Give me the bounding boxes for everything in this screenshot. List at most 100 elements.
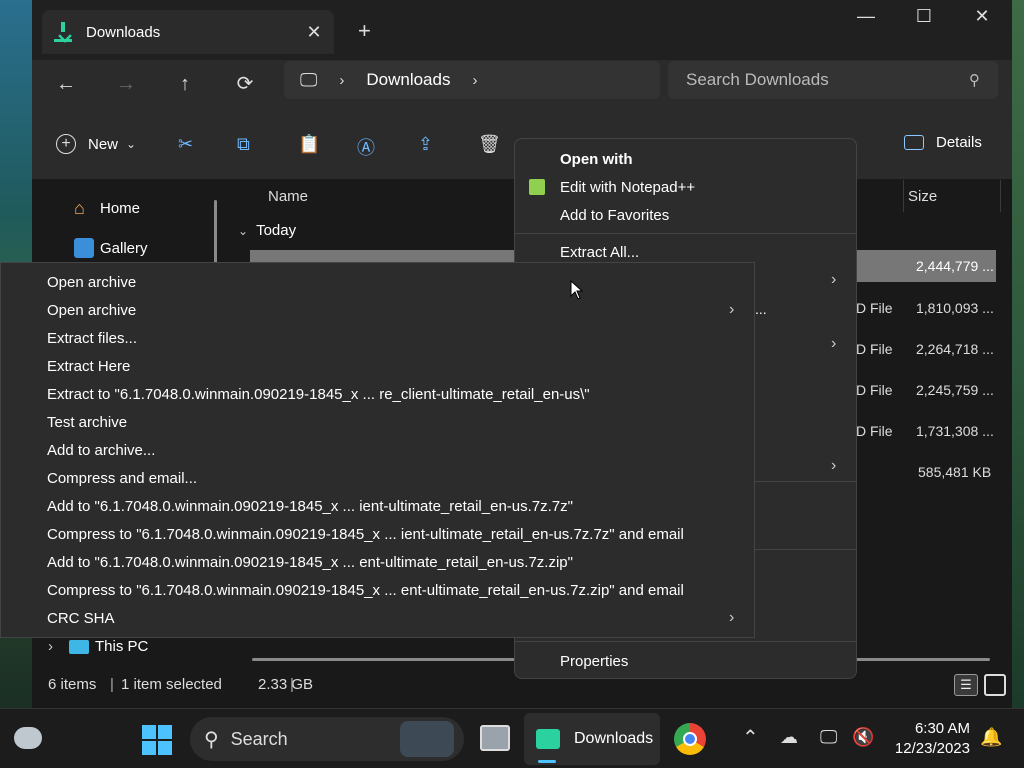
onedrive-icon[interactable]: ☁ [780, 727, 798, 748]
minimize-button[interactable]: — [843, 6, 889, 27]
weather-icon[interactable] [14, 727, 42, 749]
menu-item-add-to-archive[interactable]: Add to archive... [47, 442, 155, 459]
chevron-right-icon[interactable]: › [831, 457, 836, 475]
menu-item-extract-files[interactable]: Extract files... [47, 330, 137, 347]
forward-arrow-icon[interactable]: → [108, 68, 144, 100]
menu-item-add-to-7z[interactable]: Add to "6.1.7048.0.winmain.090219-1845_x… [47, 498, 573, 515]
taskbar-search[interactable]: ⚲ Search [190, 717, 464, 761]
details-button[interactable]: Details [904, 134, 982, 151]
monitor-icon [69, 639, 89, 654]
copy-icon[interactable]: ⧉ [237, 134, 250, 155]
system-clock[interactable]: 6:30 AM 12/23/2023 [864, 719, 970, 759]
paste-icon[interactable]: 📋 [298, 134, 320, 155]
tab-downloads[interactable]: Downloads ✕ [42, 10, 334, 54]
details-view-icon[interactable]: ☰ [954, 674, 978, 696]
network-icon[interactable]: 🖵 [820, 727, 837, 748]
7zip-submenu: Open archive Open archive › Extract file… [0, 262, 755, 638]
menu-item-compress-zip-email[interactable]: Compress to "6.1.7048.0.winmain.090219-1… [47, 582, 684, 599]
sidebar-item-this-pc[interactable]: › This PC [48, 638, 148, 655]
sidebar-item-label: This PC [95, 638, 149, 655]
menu-item-open-archive-sub[interactable]: Open archive [47, 302, 136, 319]
taskbar: ⚲ Search Downloads ⌃ ☁ 🖵 🔇 6:30 AM 12/23… [0, 708, 1024, 768]
menu-separator [515, 233, 856, 234]
maximize-button[interactable]: ☐ [901, 6, 947, 27]
menu-item-open-archive[interactable]: Open archive [47, 274, 136, 291]
plus-circle-icon: + [56, 134, 76, 154]
chevron-down-icon: ⌄ [238, 223, 249, 238]
group-label: Today [256, 222, 297, 239]
up-arrow-icon[interactable]: ↑ [167, 68, 203, 100]
chrome-icon[interactable] [674, 723, 706, 755]
notification-bell-icon[interactable]: 🔔 [980, 727, 1002, 748]
menu-item-extract-to[interactable]: Extract to "6.1.7048.0.winmain.090219-18… [47, 386, 590, 403]
status-divider: | [290, 676, 294, 693]
search-highlight-icon [400, 721, 454, 757]
back-arrow-icon[interactable]: ← [48, 68, 84, 100]
chevron-right-icon[interactable]: › [729, 609, 734, 627]
search-box[interactable]: Search Downloads ⚲ [668, 61, 998, 99]
clock-date: 12/23/2023 [894, 740, 970, 757]
tab-close-icon[interactable]: ✕ [300, 22, 328, 43]
menu-item-add-to-zip[interactable]: Add to "6.1.7048.0.winmain.090219-1845_x… [47, 554, 573, 571]
size-cell: 2,264,718 ... [916, 341, 994, 357]
size-cell: 585,481 KB [918, 464, 992, 480]
title-bar: Downloads ✕ + — ☐ ✕ [32, 0, 1012, 60]
search-icon: ⚲ [969, 72, 980, 89]
sidebar-item-label: Gallery [100, 239, 148, 257]
gallery-icon [74, 238, 94, 258]
chevron-right-icon[interactable]: › [831, 335, 836, 353]
task-view-icon[interactable] [480, 725, 510, 751]
group-header-today[interactable]: ⌄ Today [238, 222, 296, 239]
refresh-icon[interactable]: ⟳ [227, 68, 263, 100]
type-cell: D File [856, 300, 893, 316]
column-divider[interactable] [1000, 180, 1001, 212]
selection-count: 1 item selected [121, 676, 222, 693]
home-icon: ⌂ [74, 198, 85, 218]
sidebar-item-label: Home [100, 199, 141, 217]
chevron-up-icon[interactable]: ⌃ [742, 725, 759, 750]
menu-item-test-archive[interactable]: Test archive [47, 414, 127, 431]
sidebar-item-gallery[interactable]: Gallery [74, 238, 148, 258]
chevron-right-icon[interactable]: › [48, 638, 53, 655]
download-folder-icon [536, 729, 560, 749]
search-input[interactable]: Search Downloads [686, 70, 969, 90]
clock-time: 6:30 AM [914, 720, 970, 737]
sidebar-item-home[interactable]: ⌂ Home [74, 198, 140, 218]
menu-item-open-with[interactable]: Open with [560, 151, 633, 168]
navigation-bar: ← → ↑ ⟳ 🖵 › Downloads › Search Downloads… [32, 60, 1012, 108]
tiles-view-icon[interactable] [984, 674, 1006, 696]
chevron-right-icon[interactable]: › [831, 271, 836, 289]
new-label: New [88, 135, 119, 153]
delete-icon[interactable]: 🗑 [478, 134, 501, 155]
notepadpp-icon [529, 179, 545, 195]
menu-item-compress-email[interactable]: Compress and email... [47, 470, 197, 487]
chevron-right-icon[interactable]: › [339, 72, 344, 89]
menu-item-add-favorites[interactable]: Add to Favorites [560, 207, 669, 224]
taskbar-app-label: Downloads [574, 730, 654, 747]
menu-item-edit-notepadpp[interactable]: Edit with Notepad++ [560, 179, 695, 196]
taskbar-app-downloads[interactable]: Downloads [524, 713, 660, 765]
share-icon[interactable]: ⇪ [418, 134, 433, 155]
column-header-size[interactable]: Size [908, 188, 937, 205]
menu-item-compress-7z-email[interactable]: Compress to "6.1.7048.0.winmain.090219-1… [47, 526, 684, 543]
chevron-right-icon[interactable]: › [472, 72, 477, 89]
rename-icon[interactable]: Ⓐ [357, 134, 375, 160]
menu-item-truncated[interactable]: ... [755, 301, 767, 317]
new-button[interactable]: + New ⌄ [56, 134, 136, 154]
new-tab-button[interactable]: + [358, 18, 371, 44]
cut-icon[interactable]: ✂ [178, 134, 193, 155]
taskbar-search-label: Search [230, 728, 288, 749]
menu-item-crc-sha[interactable]: CRC SHA [47, 610, 115, 627]
menu-item-extract-here[interactable]: Extract Here [47, 358, 130, 375]
menu-item-properties[interactable]: Properties [560, 653, 628, 670]
search-icon: ⚲ [204, 728, 219, 751]
breadcrumb-downloads[interactable]: Downloads [366, 70, 450, 90]
address-bar[interactable]: 🖵 › Downloads › [284, 61, 660, 99]
close-window-button[interactable]: ✕ [959, 6, 1005, 27]
selection-size: 2.33 GB [258, 676, 314, 693]
column-divider[interactable] [903, 180, 904, 212]
chevron-right-icon[interactable]: › [729, 301, 734, 319]
menu-item-extract-all[interactable]: Extract All... [560, 244, 639, 261]
start-button[interactable] [142, 725, 172, 755]
column-header-name[interactable]: Name [268, 188, 308, 205]
